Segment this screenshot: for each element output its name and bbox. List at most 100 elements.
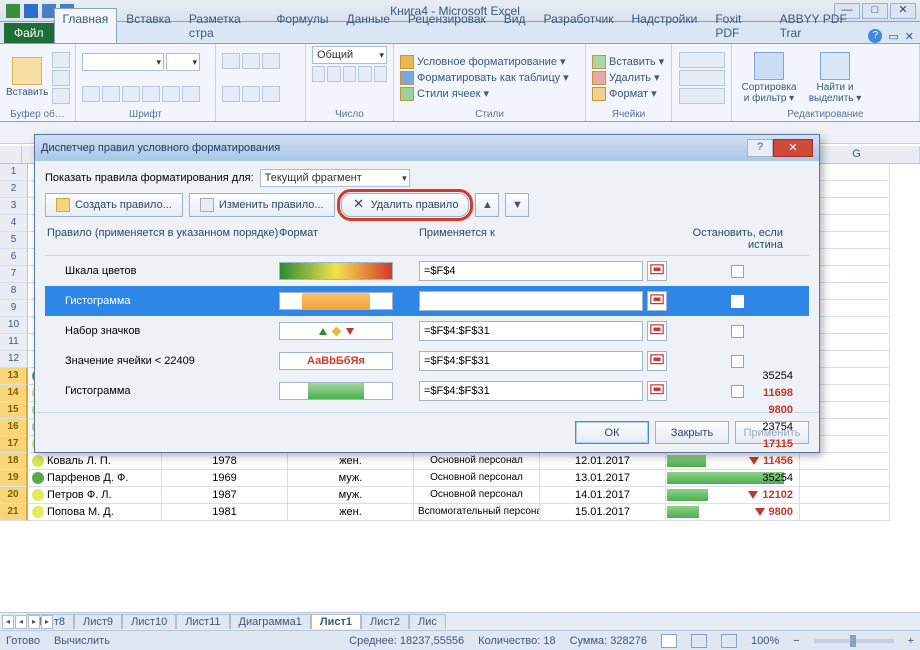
new-rule-button[interactable]: Создать правило... bbox=[45, 193, 183, 217]
row-header[interactable]: 20 bbox=[0, 487, 28, 504]
font-family-combo[interactable] bbox=[82, 53, 164, 71]
move-rule-up-button[interactable]: ▲ bbox=[475, 193, 499, 217]
sheet-tab[interactable]: Лист11 bbox=[176, 614, 229, 629]
cell[interactable]: муж. bbox=[288, 487, 414, 504]
sheet-tab[interactable]: Диаграмма1 bbox=[230, 614, 311, 629]
stop-if-true-checkbox[interactable] bbox=[731, 325, 744, 338]
row-header[interactable]: 4 bbox=[0, 215, 28, 232]
cell[interactable]: жен. bbox=[288, 453, 414, 470]
close-button[interactable]: Закрыть bbox=[655, 421, 729, 444]
view-layout-icon[interactable] bbox=[691, 634, 707, 648]
cell[interactable]: Основной персонал bbox=[414, 487, 540, 504]
fill-color-icon[interactable] bbox=[162, 86, 180, 102]
save-icon[interactable] bbox=[24, 4, 38, 18]
sheet-tab[interactable]: Лист1 bbox=[311, 614, 361, 629]
window-close-button[interactable]: ✕ bbox=[890, 3, 916, 19]
dec-decimal-icon[interactable] bbox=[374, 66, 387, 82]
stop-if-true-checkbox[interactable] bbox=[731, 265, 744, 278]
rule-row[interactable]: Шкала цветов =$F$4 bbox=[45, 256, 809, 286]
scope-combo[interactable]: Текущий фрагмент bbox=[260, 169, 410, 187]
number-format-combo[interactable]: Общий bbox=[312, 46, 387, 64]
file-tab[interactable]: Файл bbox=[4, 23, 54, 43]
row-header[interactable]: 9 bbox=[0, 300, 28, 317]
fill-icon[interactable] bbox=[679, 70, 725, 86]
align-bot-icon[interactable] bbox=[262, 53, 280, 69]
rule-row[interactable]: Гистограмма =$F$4:$F$31 bbox=[45, 376, 809, 406]
italic-icon[interactable] bbox=[102, 86, 120, 102]
row-header[interactable]: 13 bbox=[0, 368, 28, 385]
align-top-icon[interactable] bbox=[222, 53, 240, 69]
cell[interactable]: 1987 bbox=[162, 487, 288, 504]
cell[interactable]: 35254 bbox=[666, 470, 800, 487]
cell[interactable]: Основной персонал bbox=[414, 470, 540, 487]
range-picker-button[interactable] bbox=[647, 381, 667, 401]
applies-to-input[interactable]: =$F$4:$F$31 bbox=[419, 351, 643, 371]
percent-icon[interactable] bbox=[327, 66, 340, 82]
dialog-close-button[interactable]: ✕ bbox=[773, 139, 813, 157]
view-break-icon[interactable] bbox=[721, 634, 737, 648]
row-header[interactable]: 2 bbox=[0, 181, 28, 198]
zoom-slider[interactable] bbox=[814, 639, 894, 643]
sheet-nav-arrows[interactable]: ◂◂▸▸ bbox=[2, 615, 53, 629]
applies-to-input[interactable]: =$F$4:$F$31 bbox=[419, 321, 643, 341]
dialog-titlebar[interactable]: Диспетчер правил условного форматировани… bbox=[35, 135, 819, 161]
ok-button[interactable]: ОК bbox=[575, 421, 649, 444]
dialog-help-button[interactable]: ? bbox=[747, 139, 773, 157]
row-header[interactable]: 21 bbox=[0, 504, 28, 521]
cell[interactable]: 15.01.2017 bbox=[540, 504, 666, 521]
help-icon[interactable]: ? bbox=[868, 29, 882, 43]
cell[interactable]: 1969 bbox=[162, 470, 288, 487]
cut-icon[interactable] bbox=[52, 52, 70, 68]
row-header[interactable]: 17 bbox=[0, 436, 28, 453]
stop-if-true-checkbox[interactable] bbox=[731, 355, 744, 368]
align-left-icon[interactable] bbox=[222, 86, 240, 102]
ribbon-tab[interactable]: Разработчик bbox=[535, 8, 623, 43]
row-header[interactable]: 18 bbox=[0, 453, 28, 470]
cell[interactable]: 9800 bbox=[666, 504, 800, 521]
row-header[interactable]: 11 bbox=[0, 334, 28, 351]
ribbon-tab[interactable]: Foxit PDF bbox=[706, 8, 770, 43]
edit-rule-button[interactable]: Изменить правило... bbox=[189, 193, 335, 217]
cell[interactable]: 13.01.2017 bbox=[540, 470, 666, 487]
comma-icon[interactable] bbox=[343, 66, 356, 82]
ribbon-tab[interactable]: Вставка bbox=[117, 8, 180, 43]
zoom-in-button[interactable]: + bbox=[908, 635, 914, 647]
row-header[interactable]: 5 bbox=[0, 232, 28, 249]
border-icon[interactable] bbox=[142, 86, 160, 102]
sort-filter-button[interactable]: Сортировка и фильтр ▾ bbox=[738, 52, 800, 104]
sheet-tab[interactable]: Лист10 bbox=[122, 614, 176, 629]
row-header[interactable]: 6 bbox=[0, 249, 28, 266]
rule-row[interactable]: Набор значков =$F$4:$F$31 bbox=[45, 316, 809, 346]
inc-decimal-icon[interactable] bbox=[358, 66, 371, 82]
cell-styles-button[interactable]: Стили ячеек ▾ bbox=[400, 87, 489, 101]
cell[interactable]: 14.01.2017 bbox=[540, 487, 666, 504]
zoom-out-button[interactable]: − bbox=[793, 635, 799, 647]
sheet-tab[interactable]: Лис bbox=[409, 614, 446, 629]
row-header[interactable]: 12 bbox=[0, 351, 28, 368]
range-picker-button[interactable] bbox=[647, 291, 667, 311]
ribbon-tab[interactable]: Главная bbox=[54, 8, 118, 43]
cell[interactable]: 12102 bbox=[666, 487, 800, 504]
conditional-formatting-button[interactable]: Условное форматирование ▾ bbox=[400, 55, 566, 69]
cell[interactable]: Парфенов Д. Ф. bbox=[28, 470, 162, 487]
ribbon-tab[interactable]: ABBYY PDF Trar bbox=[771, 8, 869, 43]
delete-cells-button[interactable]: Удалить ▾ bbox=[592, 71, 660, 85]
cell[interactable]: муж. bbox=[288, 470, 414, 487]
copy-icon[interactable] bbox=[52, 70, 70, 86]
rule-row[interactable]: Гистограмма =$F$6 bbox=[45, 286, 809, 316]
ribbon-tab[interactable]: Данные bbox=[338, 8, 399, 43]
range-picker-button[interactable] bbox=[647, 321, 667, 341]
cell[interactable]: 12.01.2017 bbox=[540, 453, 666, 470]
ribbon-tab[interactable]: Разметка стра bbox=[180, 8, 268, 43]
ribbon-minimize-icon[interactable]: ▭ bbox=[888, 30, 898, 43]
cell[interactable]: Коваль Л. П. bbox=[28, 453, 162, 470]
row-header[interactable]: 14 bbox=[0, 385, 28, 402]
font-color-icon[interactable] bbox=[182, 86, 200, 102]
cell[interactable]: 1978 bbox=[162, 453, 288, 470]
align-center-icon[interactable] bbox=[242, 86, 260, 102]
range-picker-button[interactable] bbox=[647, 261, 667, 281]
clear-icon[interactable] bbox=[679, 88, 725, 104]
format-cells-button[interactable]: Формат ▾ bbox=[592, 87, 657, 101]
find-select-button[interactable]: Найти и выделить ▾ bbox=[806, 52, 864, 104]
range-picker-button[interactable] bbox=[647, 351, 667, 371]
